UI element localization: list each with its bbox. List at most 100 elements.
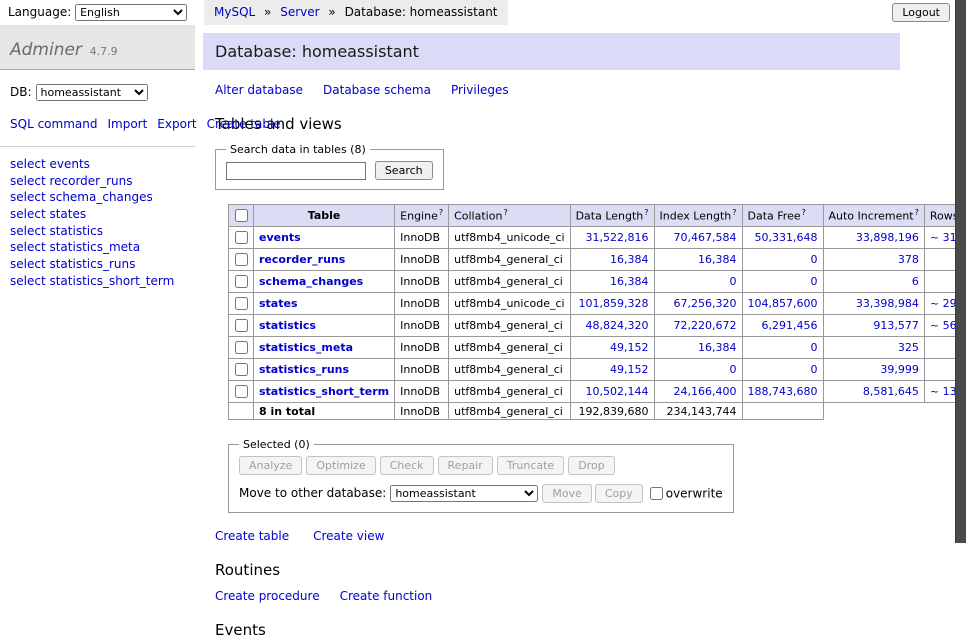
row-checkbox[interactable] [235, 341, 248, 354]
db-nav-links: Alter database Database schema Privileges [215, 83, 966, 97]
db-nav-link[interactable]: Database schema [323, 83, 431, 97]
sidebar-action-link[interactable]: Import [107, 117, 147, 131]
sidebar-select-table-link[interactable]: select states [0, 206, 195, 223]
data-length-link[interactable]: 49,152 [610, 363, 649, 376]
row-checkbox[interactable] [235, 363, 248, 376]
row-checkbox[interactable] [235, 253, 248, 266]
index-length-link[interactable]: 72,220,672 [674, 319, 737, 332]
data-length-link[interactable]: 16,384 [610, 253, 649, 266]
sidebar-select-table-link[interactable]: select statistics_meta [0, 239, 195, 256]
table-name-link[interactable]: recorder_runs [259, 253, 345, 266]
table-name-link[interactable]: statistics_meta [259, 341, 353, 354]
sidebar-action-link[interactable]: Export [157, 117, 196, 131]
selected-action-button[interactable]: Repair [438, 456, 493, 475]
data-free-link[interactable]: 6,291,456 [762, 319, 818, 332]
auto-increment-link[interactable]: 6 [912, 275, 919, 288]
data-length-link[interactable]: 16,384 [610, 275, 649, 288]
auto-increment-link[interactable]: 378 [898, 253, 919, 266]
db-nav-link[interactable]: Privileges [451, 83, 509, 97]
data-free-link[interactable]: 188,743,680 [748, 385, 818, 398]
auto-increment-link[interactable]: 33,398,984 [856, 297, 919, 310]
create-links: Create table Create view [215, 529, 966, 543]
index-length-link[interactable]: 70,467,584 [674, 231, 737, 244]
engine-cell: InnoDB [395, 293, 449, 315]
sidebar-select-table-link[interactable]: select statistics [0, 223, 195, 240]
selected-action-button[interactable]: Analyze [239, 456, 302, 475]
auto-increment-link[interactable]: 325 [898, 341, 919, 354]
sidebar-select-table-link[interactable]: select statistics_short_term [0, 273, 195, 290]
help-icon[interactable]: ? [802, 208, 806, 217]
data-length-link[interactable]: 10,502,144 [586, 385, 649, 398]
table-name-link[interactable]: events [259, 231, 301, 244]
row-checkbox[interactable] [235, 385, 248, 398]
table-name-link[interactable]: states [259, 297, 298, 310]
data-free-link[interactable]: 0 [811, 363, 818, 376]
selected-action-button[interactable]: Truncate [497, 456, 564, 475]
routine-link[interactable]: Create function [340, 589, 433, 603]
data-free-link[interactable]: 0 [811, 253, 818, 266]
sidebar-select-table-link[interactable]: select recorder_runs [0, 173, 195, 190]
create-link[interactable]: Create table [215, 529, 289, 543]
breadcrumb-link-mysql[interactable]: MySQL [214, 5, 255, 19]
column-header-engine: Engine? [395, 205, 449, 227]
data-length-link[interactable]: 48,824,320 [586, 319, 649, 332]
sidebar-select-table-link[interactable]: select statistics_runs [0, 256, 195, 273]
db-nav-link[interactable]: Alter database [215, 83, 303, 97]
table-name-link[interactable]: statistics [259, 319, 316, 332]
overwrite-checkbox[interactable] [650, 487, 663, 500]
auto-increment-link[interactable]: 39,999 [880, 363, 919, 376]
auto-increment-link[interactable]: 913,577 [873, 319, 919, 332]
index-length-link[interactable]: 0 [730, 363, 737, 376]
index-length-link[interactable]: 16,384 [698, 253, 737, 266]
move-db-select[interactable]: homeassistant [390, 485, 538, 502]
auto-increment-link[interactable]: 33,898,196 [856, 231, 919, 244]
select-all-checkbox[interactable] [235, 209, 248, 222]
move-button[interactable]: Move [542, 484, 592, 503]
overwrite-label[interactable]: overwrite [666, 487, 723, 501]
selected-action-button[interactable]: Check [380, 456, 434, 475]
help-icon[interactable]: ? [915, 208, 919, 217]
logout-button[interactable]: Logout [892, 3, 950, 22]
help-icon[interactable]: ? [644, 208, 648, 217]
data-free-link[interactable]: 0 [811, 341, 818, 354]
data-length-link[interactable]: 101,859,328 [579, 297, 649, 310]
row-checkbox[interactable] [235, 297, 248, 310]
index-length-link[interactable]: 24,166,400 [674, 385, 737, 398]
row-checkbox[interactable] [235, 275, 248, 288]
sidebar-select-table-link[interactable]: select schema_changes [0, 189, 195, 206]
db-select[interactable]: homeassistant [36, 84, 148, 101]
row-checkbox[interactable] [235, 319, 248, 332]
help-icon[interactable]: ? [732, 208, 736, 217]
sidebar-action-link[interactable]: SQL command [10, 117, 97, 131]
data-free-link[interactable]: 50,331,648 [755, 231, 818, 244]
index-length-link[interactable]: 0 [730, 275, 737, 288]
help-icon[interactable]: ? [439, 208, 443, 217]
data-free-link[interactable]: 0 [811, 275, 818, 288]
auto-increment-link[interactable]: 8,581,645 [863, 385, 919, 398]
row-checkbox[interactable] [235, 231, 248, 244]
index-length-link[interactable]: 67,256,320 [674, 297, 737, 310]
breadcrumb-link-server[interactable]: Server [280, 5, 319, 19]
routine-link[interactable]: Create procedure [215, 589, 320, 603]
copy-button[interactable]: Copy [595, 484, 643, 503]
create-link[interactable]: Create view [313, 529, 384, 543]
table-row: statistics InnoDB utf8mb4_general_ci 48,… [229, 315, 966, 337]
data-length-link[interactable]: 31,522,816 [586, 231, 649, 244]
help-icon[interactable]: ? [503, 208, 507, 217]
selected-action-button[interactable]: Drop [568, 456, 614, 475]
data-length-link[interactable]: 49,152 [610, 341, 649, 354]
scrollbar[interactable] [955, 0, 966, 543]
language-select[interactable]: English [75, 4, 187, 21]
selected-action-button[interactable]: Optimize [306, 456, 375, 475]
collation-cell: utf8mb4_general_ci [449, 337, 570, 359]
index-length-link[interactable]: 16,384 [698, 341, 737, 354]
sidebar-select-table-link[interactable]: select events [0, 156, 195, 173]
table-name-link[interactable]: statistics_runs [259, 363, 349, 376]
sidebar-action-link[interactable]: Create table [207, 117, 281, 131]
scrollbar-thumb[interactable] [955, 0, 966, 543]
data-free-link[interactable]: 104,857,600 [748, 297, 818, 310]
table-name-link[interactable]: statistics_short_term [259, 385, 389, 398]
search-button[interactable]: Search [375, 161, 433, 180]
table-name-link[interactable]: schema_changes [259, 275, 363, 288]
search-input[interactable] [226, 162, 366, 180]
